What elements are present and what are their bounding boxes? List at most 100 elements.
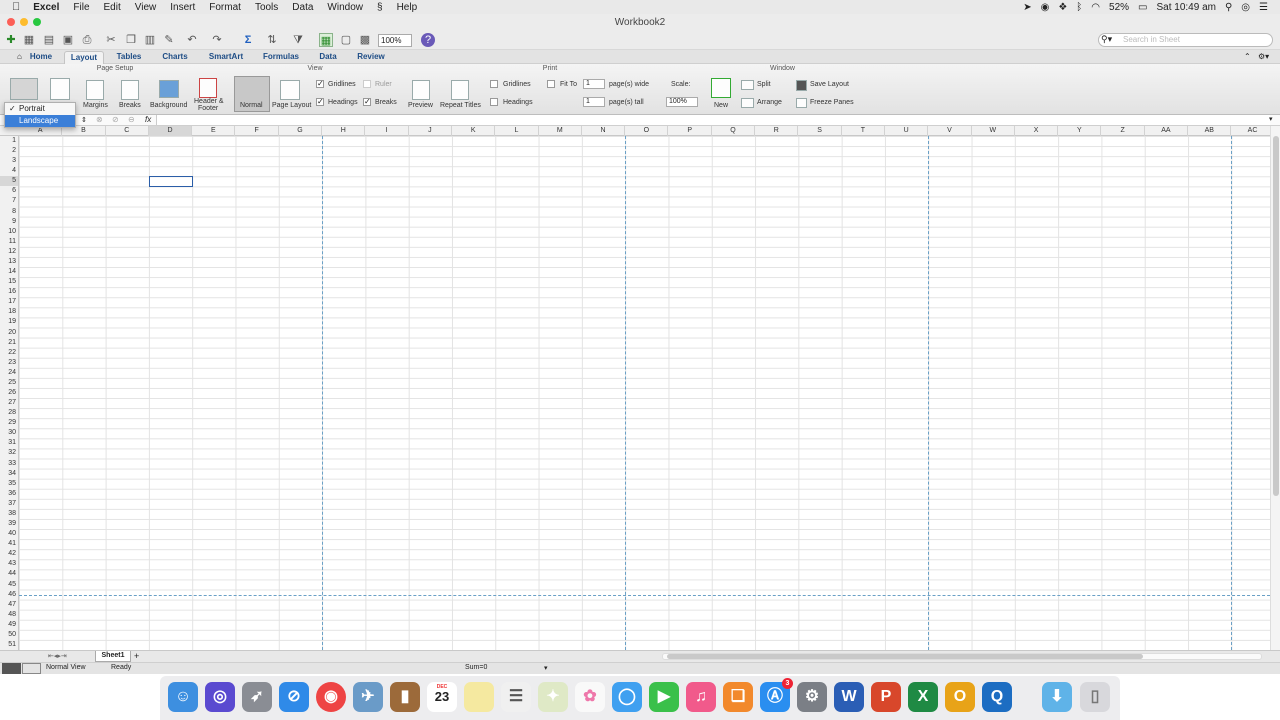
column-header[interactable]: AA: [1145, 126, 1189, 136]
freeze-panes-icon[interactable]: [796, 98, 807, 108]
column-header[interactable]: H: [322, 126, 366, 136]
header-footer-label-1[interactable]: Header &: [194, 98, 224, 105]
tab-formulas[interactable]: Formulas: [259, 51, 303, 64]
row-header[interactable]: 38: [0, 509, 18, 519]
row-header[interactable]: 23: [0, 358, 18, 368]
row-header[interactable]: 7: [0, 196, 18, 206]
row-header[interactable]: 3: [0, 156, 18, 166]
gridlines-checkbox[interactable]: ✓: [316, 80, 324, 88]
arrange-icon[interactable]: [741, 98, 754, 108]
normal-view-label[interactable]: Normal: [240, 102, 263, 109]
row-header[interactable]: 2: [0, 146, 18, 156]
toolbox-icon[interactable]: ▢: [339, 33, 353, 47]
help-icon[interactable]: ?: [421, 33, 435, 47]
menu-view[interactable]: View: [128, 2, 164, 13]
undo-icon[interactable]: ↶: [185, 33, 199, 47]
tab-review[interactable]: Review: [352, 51, 390, 64]
row-header[interactable]: 28: [0, 408, 18, 418]
row-header[interactable]: 46: [0, 590, 18, 600]
column-header[interactable]: J: [409, 126, 452, 136]
row-header[interactable]: 25: [0, 378, 18, 388]
status-sum[interactable]: Sum=0: [465, 664, 487, 671]
row-header[interactable]: 5: [0, 176, 18, 187]
horizontal-scroll-thumb[interactable]: [667, 654, 1143, 659]
breaks-checkbox[interactable]: ✓: [363, 98, 371, 106]
row-header[interactable]: 51: [0, 640, 18, 650]
fit-to-checkbox[interactable]: [547, 80, 555, 88]
row-header[interactable]: 14: [0, 267, 18, 277]
redo-icon[interactable]: ↷: [210, 33, 224, 47]
calendar-icon[interactable]: DEC 23: [427, 682, 457, 712]
record-icon[interactable]: ◉: [1041, 2, 1050, 13]
excel-icon[interactable]: X: [908, 682, 938, 712]
orientation-button[interactable]: [10, 78, 38, 100]
app-store-icon[interactable]: Ⓐ 3: [760, 678, 793, 712]
row-header[interactable]: 6: [0, 186, 18, 196]
zoom-select[interactable]: 100%: [378, 34, 412, 47]
orientation-option-portrait[interactable]: ✓ Portrait: [5, 103, 75, 115]
row-header[interactable]: 11: [0, 237, 18, 247]
outlook-icon[interactable]: O: [945, 682, 975, 712]
column-header[interactable]: Y: [1058, 126, 1102, 136]
messages-icon[interactable]: ◯: [612, 682, 642, 712]
templates-icon[interactable]: ▦: [22, 33, 36, 47]
active-cell[interactable]: [148, 176, 194, 188]
battery-icon[interactable]: ▭: [1138, 2, 1147, 13]
row-header[interactable]: 22: [0, 348, 18, 358]
row-header[interactable]: 36: [0, 489, 18, 499]
print-icon[interactable]: ⎙: [80, 33, 94, 47]
row-header[interactable]: 13: [0, 257, 18, 267]
row-header[interactable]: 33: [0, 459, 18, 469]
row-header[interactable]: 37: [0, 499, 18, 509]
normal-view-icon[interactable]: [2, 663, 21, 674]
collapse-ribbon-icon[interactable]: ⌃: [1244, 52, 1251, 61]
size-button[interactable]: [50, 78, 70, 100]
vertical-scrollbar[interactable]: [1270, 126, 1280, 650]
formula-input[interactable]: [156, 115, 1270, 125]
tab-layout[interactable]: Layout: [64, 51, 104, 64]
save-layout-label[interactable]: Save Layout: [810, 81, 849, 88]
notification-center-icon[interactable]: ☰: [1259, 2, 1268, 13]
mail-icon[interactable]: ✈: [353, 682, 383, 712]
row-header[interactable]: 10: [0, 227, 18, 237]
confirm-entry-icon[interactable]: ⊘: [112, 115, 119, 124]
powerpoint-icon[interactable]: P: [871, 682, 901, 712]
copy-icon[interactable]: ❐: [124, 33, 138, 47]
notes-icon[interactable]: [464, 682, 494, 712]
column-header[interactable]: AB: [1188, 126, 1232, 136]
split-label[interactable]: Split: [757, 81, 771, 88]
contacts-icon[interactable]: ▮: [390, 682, 420, 712]
tab-smartart[interactable]: SmartArt: [203, 51, 249, 64]
row-header[interactable]: 9: [0, 217, 18, 227]
cancel-entry-icon[interactable]: ⊗: [96, 115, 103, 124]
row-header[interactable]: 31: [0, 438, 18, 448]
autosum-icon[interactable]: Σ: [241, 33, 255, 47]
tab-home[interactable]: Home: [26, 51, 56, 64]
new-window-icon[interactable]: [711, 78, 731, 98]
menu-edit[interactable]: Edit: [97, 2, 128, 13]
row-header[interactable]: 42: [0, 549, 18, 559]
page-layout-view-icon[interactable]: [22, 663, 41, 674]
menu-insert[interactable]: Insert: [163, 2, 202, 13]
row-header[interactable]: 21: [0, 338, 18, 348]
tab-charts[interactable]: Charts: [157, 51, 193, 64]
print-gridlines-checkbox[interactable]: [490, 80, 498, 88]
ibooks-icon[interactable]: ❏: [723, 682, 753, 712]
row-header[interactable]: 45: [0, 580, 18, 590]
finder-icon[interactable]: ☺: [168, 682, 198, 712]
preview-icon[interactable]: [412, 80, 430, 100]
headings-checkbox[interactable]: ✓: [316, 98, 324, 106]
column-header[interactable]: Z: [1102, 126, 1145, 136]
wifi-icon[interactable]: ◠: [1091, 2, 1100, 13]
row-header[interactable]: 39: [0, 519, 18, 529]
spotlight-icon[interactable]: ⚲: [1225, 2, 1232, 13]
search-input[interactable]: Search in Sheet: [1098, 33, 1273, 47]
horizontal-scrollbar[interactable]: [662, 653, 1262, 660]
dropbox-icon[interactable]: ❖: [1058, 2, 1067, 13]
siri-icon[interactable]: ◎: [205, 682, 235, 712]
ribbon-options-icon[interactable]: ⚙▾: [1258, 52, 1269, 61]
row-header[interactable]: 18: [0, 307, 18, 317]
column-header[interactable]: S: [798, 126, 842, 136]
fx-label[interactable]: fx: [145, 115, 151, 124]
row-header[interactable]: 27: [0, 398, 18, 408]
